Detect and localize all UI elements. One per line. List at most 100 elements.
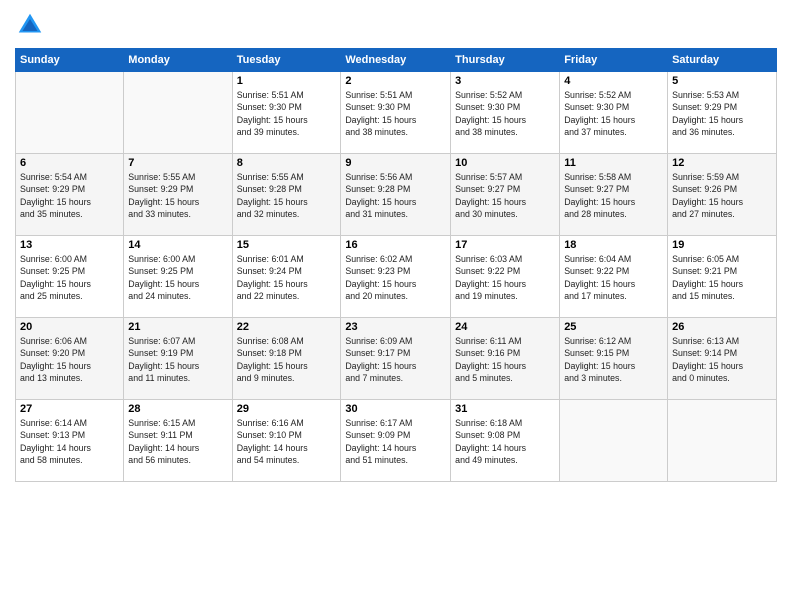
- calendar-cell: 12 Sunrise: 5:59 AMSunset: 9:26 PMDayligh…: [668, 154, 777, 236]
- day-info: Sunrise: 5:55 AMSunset: 9:28 PMDaylight:…: [237, 171, 337, 220]
- day-header-friday: Friday: [560, 49, 668, 72]
- day-info: Sunrise: 6:08 AMSunset: 9:18 PMDaylight:…: [237, 335, 337, 384]
- day-number: 17: [455, 239, 555, 251]
- day-number: 1: [237, 75, 337, 87]
- calendar-cell: 4Sunrise: 5:52 AMSunset: 9:30 PMDaylight…: [560, 72, 668, 154]
- calendar-week-row: 27 Sunrise: 6:14 AMSunset: 9:13 PMDayligh…: [16, 400, 777, 482]
- calendar-cell: 16 Sunrise: 6:02 AMSunset: 9:23 PMDayligh…: [341, 236, 451, 318]
- day-number: 13: [20, 239, 119, 251]
- day-info: Sunrise: 5:54 AMSunset: 9:29 PMDaylight:…: [20, 171, 119, 220]
- day-number: 2: [345, 75, 446, 87]
- day-info: Sunrise: 6:13 AMSunset: 9:14 PMDaylight:…: [672, 335, 772, 384]
- calendar-cell: [124, 72, 232, 154]
- calendar-cell: 24 Sunrise: 6:11 AMSunset: 9:16 PMDayligh…: [451, 318, 560, 400]
- day-number: 9: [345, 157, 446, 169]
- day-number: 31: [455, 403, 555, 415]
- day-number: 8: [237, 157, 337, 169]
- logo-icon: [15, 10, 45, 40]
- day-info: Sunrise: 5:58 AMSunset: 9:27 PMDaylight:…: [564, 171, 663, 220]
- day-number: 26: [672, 321, 772, 333]
- day-number: 29: [237, 403, 337, 415]
- calendar-cell: 1 Sunrise: 5:51 AMSunset: 9:30 PMDaylight…: [232, 72, 341, 154]
- calendar-cell: 23 Sunrise: 6:09 AMSunset: 9:17 PMDayligh…: [341, 318, 451, 400]
- day-number: 14: [128, 239, 227, 251]
- day-number: 24: [455, 321, 555, 333]
- day-number: 21: [128, 321, 227, 333]
- calendar-cell: 29 Sunrise: 6:16 AMSunset: 9:10 PMDayligh…: [232, 400, 341, 482]
- day-info: Sunrise: 6:11 AMSunset: 9:16 PMDaylight:…: [455, 335, 555, 384]
- day-info: Sunrise: 6:16 AMSunset: 9:10 PMDaylight:…: [237, 417, 337, 466]
- day-number: 4: [564, 75, 663, 87]
- calendar-cell: [668, 400, 777, 482]
- calendar-week-row: 13 Sunrise: 6:00 AMSunset: 9:25 PMDayligh…: [16, 236, 777, 318]
- logo: [15, 10, 49, 40]
- calendar-cell: 30 Sunrise: 6:17 AMSunset: 9:09 PMDayligh…: [341, 400, 451, 482]
- calendar-cell: 28 Sunrise: 6:15 AMSunset: 9:11 PMDayligh…: [124, 400, 232, 482]
- header: [15, 10, 777, 40]
- page-container: SundayMondayTuesdayWednesdayThursdayFrid…: [0, 0, 792, 612]
- day-number: 16: [345, 239, 446, 251]
- day-info: Sunrise: 6:00 AMSunset: 9:25 PMDaylight:…: [128, 253, 227, 302]
- day-number: 23: [345, 321, 446, 333]
- calendar-cell: 11 Sunrise: 5:58 AMSunset: 9:27 PMDayligh…: [560, 154, 668, 236]
- calendar-cell: 6 Sunrise: 5:54 AMSunset: 9:29 PMDaylight…: [16, 154, 124, 236]
- calendar-cell: [560, 400, 668, 482]
- day-header-thursday: Thursday: [451, 49, 560, 72]
- day-header-wednesday: Wednesday: [341, 49, 451, 72]
- calendar-week-row: 1 Sunrise: 5:51 AMSunset: 9:30 PMDaylight…: [16, 72, 777, 154]
- calendar-cell: 25 Sunrise: 6:12 AMSunset: 9:15 PMDayligh…: [560, 318, 668, 400]
- day-info: Sunrise: 5:51 AMSunset: 9:30 PMDaylight:…: [345, 89, 446, 138]
- calendar-cell: 7 Sunrise: 5:55 AMSunset: 9:29 PMDaylight…: [124, 154, 232, 236]
- day-info: Sunrise: 6:09 AMSunset: 9:17 PMDaylight:…: [345, 335, 446, 384]
- day-number: 18: [564, 239, 663, 251]
- day-number: 3: [455, 75, 555, 87]
- calendar-cell: 14 Sunrise: 6:00 AMSunset: 9:25 PMDayligh…: [124, 236, 232, 318]
- day-number: 25: [564, 321, 663, 333]
- day-number: 11: [564, 157, 663, 169]
- calendar-cell: 5Sunrise: 5:53 AMSunset: 9:29 PMDaylight…: [668, 72, 777, 154]
- day-info: Sunrise: 5:59 AMSunset: 9:26 PMDaylight:…: [672, 171, 772, 220]
- day-number: 27: [20, 403, 119, 415]
- day-info: Sunrise: 6:00 AMSunset: 9:25 PMDaylight:…: [20, 253, 119, 302]
- day-info: Sunrise: 6:03 AMSunset: 9:22 PMDaylight:…: [455, 253, 555, 302]
- calendar-cell: 17 Sunrise: 6:03 AMSunset: 9:22 PMDayligh…: [451, 236, 560, 318]
- day-number: 6: [20, 157, 119, 169]
- day-info: Sunrise: 6:01 AMSunset: 9:24 PMDaylight:…: [237, 253, 337, 302]
- day-info: Sunrise: 5:55 AMSunset: 9:29 PMDaylight:…: [128, 171, 227, 220]
- calendar-cell: 19 Sunrise: 6:05 AMSunset: 9:21 PMDayligh…: [668, 236, 777, 318]
- day-header-tuesday: Tuesday: [232, 49, 341, 72]
- day-header-saturday: Saturday: [668, 49, 777, 72]
- day-info: Sunrise: 6:12 AMSunset: 9:15 PMDaylight:…: [564, 335, 663, 384]
- day-number: 12: [672, 157, 772, 169]
- day-info: Sunrise: 6:17 AMSunset: 9:09 PMDaylight:…: [345, 417, 446, 466]
- day-info: Sunrise: 6:05 AMSunset: 9:21 PMDaylight:…: [672, 253, 772, 302]
- day-number: 22: [237, 321, 337, 333]
- day-info: Sunrise: 6:14 AMSunset: 9:13 PMDaylight:…: [20, 417, 119, 466]
- calendar-cell: 21 Sunrise: 6:07 AMSunset: 9:19 PMDayligh…: [124, 318, 232, 400]
- calendar-cell: 10Sunrise: 5:57 AMSunset: 9:27 PMDayligh…: [451, 154, 560, 236]
- calendar-cell: 3 Sunrise: 5:52 AMSunset: 9:30 PMDaylight…: [451, 72, 560, 154]
- calendar-cell: [16, 72, 124, 154]
- day-info: Sunrise: 6:04 AMSunset: 9:22 PMDaylight:…: [564, 253, 663, 302]
- day-number: 28: [128, 403, 227, 415]
- day-info: Sunrise: 6:06 AMSunset: 9:20 PMDaylight:…: [20, 335, 119, 384]
- calendar-cell: 2 Sunrise: 5:51 AMSunset: 9:30 PMDaylight…: [341, 72, 451, 154]
- day-number: 5: [672, 75, 772, 87]
- day-info: Sunrise: 6:02 AMSunset: 9:23 PMDaylight:…: [345, 253, 446, 302]
- day-header-monday: Monday: [124, 49, 232, 72]
- day-info: Sunrise: 6:15 AMSunset: 9:11 PMDaylight:…: [128, 417, 227, 466]
- calendar-cell: 31 Sunrise: 6:18 AMSunset: 9:08 PMDayligh…: [451, 400, 560, 482]
- calendar-header-row: SundayMondayTuesdayWednesdayThursdayFrid…: [16, 49, 777, 72]
- day-number: 30: [345, 403, 446, 415]
- day-info: Sunrise: 5:57 AMSunset: 9:27 PMDaylight:…: [455, 171, 555, 220]
- day-info: Sunrise: 6:07 AMSunset: 9:19 PMDaylight:…: [128, 335, 227, 384]
- calendar-cell: 27 Sunrise: 6:14 AMSunset: 9:13 PMDayligh…: [16, 400, 124, 482]
- day-info: Sunrise: 5:51 AMSunset: 9:30 PMDaylight:…: [237, 89, 337, 138]
- day-info: Sunrise: 5:52 AMSunset: 9:30 PMDaylight:…: [455, 89, 555, 138]
- day-number: 19: [672, 239, 772, 251]
- day-number: 7: [128, 157, 227, 169]
- calendar-week-row: 6 Sunrise: 5:54 AMSunset: 9:29 PMDaylight…: [16, 154, 777, 236]
- day-number: 20: [20, 321, 119, 333]
- calendar-cell: 15Sunrise: 6:01 AMSunset: 9:24 PMDayligh…: [232, 236, 341, 318]
- day-info: Sunrise: 6:18 AMSunset: 9:08 PMDaylight:…: [455, 417, 555, 466]
